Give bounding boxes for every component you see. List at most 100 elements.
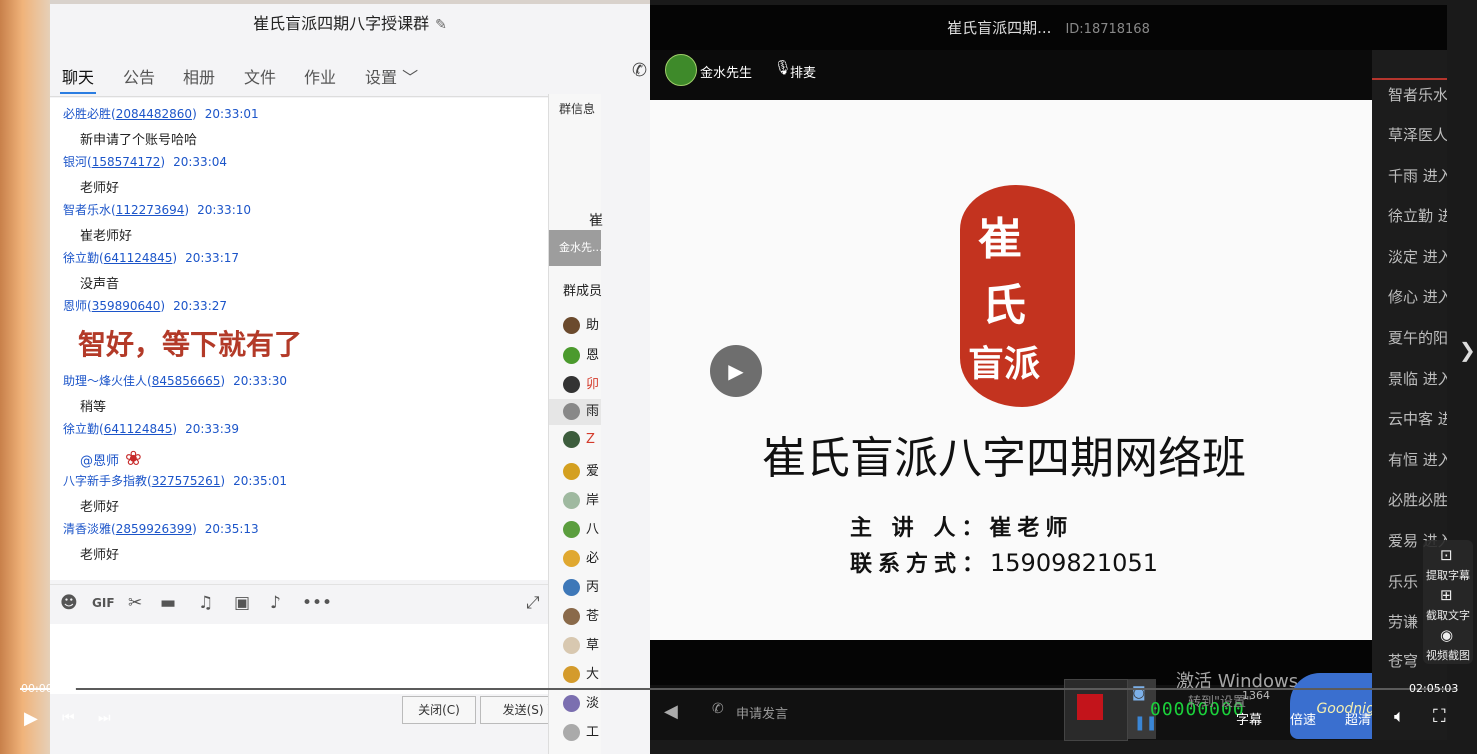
tab-settings[interactable]: 设置 ﹀ — [365, 64, 418, 88]
video-screenshot-button[interactable]: 视频截图 — [1425, 647, 1471, 663]
slide-lecturer: 主 讲 人：崔老师 — [850, 515, 1074, 541]
capture-text-button[interactable]: 截取文字 — [1425, 607, 1471, 623]
avatar — [563, 492, 580, 509]
play-overlay-button[interactable]: ▶ — [710, 345, 762, 397]
next-icon[interactable]: ⏭ — [98, 710, 111, 726]
chevron-right-icon[interactable]: ❯ — [1459, 338, 1476, 362]
message-input[interactable] — [50, 624, 598, 694]
progress-bar[interactable] — [20, 688, 1457, 690]
member-item[interactable]: 岸 — [563, 489, 599, 509]
message-sender[interactable]: 恩师(359890640) 20:33:27 — [63, 297, 227, 314]
tab-underline — [60, 92, 96, 94]
members-label: 群成员 — [563, 284, 603, 299]
extract-subtitle-icon[interactable]: ⊡ — [1440, 546, 1453, 564]
member-item[interactable]: 助 — [563, 314, 599, 334]
member-item[interactable]: Z — [563, 431, 595, 448]
more-icon[interactable]: ••• — [302, 593, 332, 613]
message-sender[interactable]: 清香淡雅(2859926399) 20:35:13 — [63, 520, 259, 537]
edit-icon[interactable]: ✎ — [435, 17, 447, 33]
tab-album[interactable]: 相册 — [183, 64, 215, 88]
avatar — [563, 608, 580, 625]
message-text: 老师好 — [80, 500, 120, 515]
list-item: 有恒 进入 — [1388, 451, 1447, 469]
message-sender[interactable]: 八字新手多指教(327575261) 20:35:01 — [63, 472, 287, 489]
list-item: 景临 进入 — [1388, 370, 1447, 388]
folder-icon[interactable]: ▬ — [160, 593, 176, 613]
list-item: 乐乐 — [1388, 573, 1419, 591]
member-item[interactable]: 必 — [563, 547, 599, 567]
fullscreen-icon[interactable]: ⛶ — [1433, 706, 1446, 727]
emoji-icon[interactable]: ☻ — [60, 593, 78, 613]
message-text-large: 智好，等下就有了 — [78, 328, 303, 361]
previous-icon[interactable]: ⏮ — [62, 710, 75, 726]
member-item[interactable]: 雨 — [549, 399, 601, 425]
member-item[interactable]: 大 — [563, 663, 599, 683]
message-sender[interactable]: 智者乐水(112273694) 20:33:10 — [63, 201, 251, 218]
member-item[interactable]: 苍 — [563, 605, 599, 625]
avatar — [563, 403, 580, 420]
host-avatar[interactable] — [665, 54, 697, 86]
chat-tabs: 聊天 公告 相册 文件 作业 设置 ﹀ — [50, 56, 598, 97]
slide-title: 崔氏盲派八字四期网络班 — [762, 433, 1246, 484]
current-time: 00:00:01 — [21, 682, 71, 695]
play-icon[interactable]: ▶ — [24, 708, 38, 729]
message-sender[interactable]: 徐立勤(641124845) 20:33:39 — [63, 420, 239, 437]
volume-icon[interactable]: ◀ — [664, 701, 678, 722]
member-item[interactable]: 草 — [563, 634, 599, 654]
list-item: 夏午的阳 — [1388, 329, 1447, 347]
volume-icon[interactable]: 🔈︎ — [1394, 706, 1405, 727]
group-info-panel: 群信息 崔 金水先... 群成员 助 恩 卯 雨 Z 爱 岸 八 必 丙 苍 草… — [548, 94, 603, 754]
list-item: 智者乐水 — [1388, 86, 1447, 104]
list-item: 徐立勤 进入 — [1388, 207, 1447, 225]
image-icon[interactable]: ▣ — [234, 593, 250, 613]
camera-icon[interactable]: ◉ — [1440, 626, 1453, 644]
quality-button[interactable]: 超清 — [1345, 709, 1371, 728]
tab-chat[interactable]: 聊天 — [62, 64, 94, 88]
music-icon[interactable]: ♫ — [198, 593, 213, 613]
record-button[interactable] — [1077, 694, 1103, 720]
member-item[interactable]: 卯 — [563, 373, 599, 393]
member-item[interactable]: 爱 — [563, 460, 599, 480]
avatar — [563, 550, 580, 567]
message-sender[interactable]: 银河(158574172) 20:33:04 — [63, 153, 227, 170]
bell-icon[interactable]: ♪ — [270, 593, 281, 613]
member-item[interactable]: 淡 — [563, 692, 599, 712]
close-button[interactable]: 关闭(C) — [402, 696, 476, 724]
list-item: 草泽医人 — [1388, 126, 1447, 144]
member-item[interactable]: 工 — [563, 721, 599, 741]
expand-icon[interactable]: ⤢ — [526, 593, 540, 613]
chat-title: 崔氏盲派四期八字授课群 ✎ — [50, 4, 650, 44]
tab-files[interactable]: 文件 — [244, 64, 276, 88]
list-item: 修心 进入 — [1388, 288, 1447, 306]
request-speak-button[interactable]: 申请发言 — [736, 703, 788, 722]
member-item[interactable]: 丙 — [563, 576, 599, 596]
speed-button[interactable]: 倍速 — [1290, 709, 1316, 728]
member-item[interactable]: 八 — [563, 518, 599, 538]
scissors-icon[interactable]: ✂ — [128, 593, 142, 613]
avatar — [563, 376, 580, 393]
message-text: 稍等 — [80, 400, 107, 415]
avatar — [563, 695, 580, 712]
presentation-slide: 崔 氏 盲派 崔氏盲派八字四期网络班 主 讲 人：崔老师 联系方式：159098… — [650, 100, 1372, 640]
group-info-header[interactable]: 群信息 — [559, 100, 611, 117]
message-text: 崔老师好 — [80, 229, 133, 244]
side-tool-panel: ⊡ 提取字幕 ⊞ 截取文字 ◉ 视频截图 — [1423, 540, 1473, 664]
avatar — [563, 666, 580, 683]
phone-icon[interactable]: ✆ — [632, 60, 647, 81]
activation-watermark-sub: 转到"设置" — [1188, 695, 1252, 710]
tab-homework[interactable]: 作业 — [304, 64, 336, 88]
total-time: 02:05:03 — [1409, 682, 1459, 695]
mic-queue-button[interactable]: 排麦 — [790, 62, 816, 81]
message-sender[interactable]: 必胜必胜(2084482860) 20:33:01 — [63, 105, 259, 122]
subtitle-button[interactable]: 字幕 — [1236, 709, 1262, 728]
tab-notice[interactable]: 公告 — [123, 64, 155, 88]
extract-subtitle-button[interactable]: 提取字幕 — [1425, 567, 1471, 583]
message-text: 没声音 — [80, 277, 120, 292]
avatar — [563, 724, 580, 741]
member-item[interactable]: 恩 — [563, 344, 599, 364]
gif-icon[interactable]: GIF — [92, 596, 115, 610]
message-sender[interactable]: 助理～烽火佳人(845856665) 20:33:30 — [63, 372, 287, 389]
message-sender[interactable]: 徐立勤(641124845) 20:33:17 — [63, 249, 239, 266]
capture-text-icon[interactable]: ⊞ — [1440, 586, 1453, 604]
avatar — [563, 431, 580, 448]
